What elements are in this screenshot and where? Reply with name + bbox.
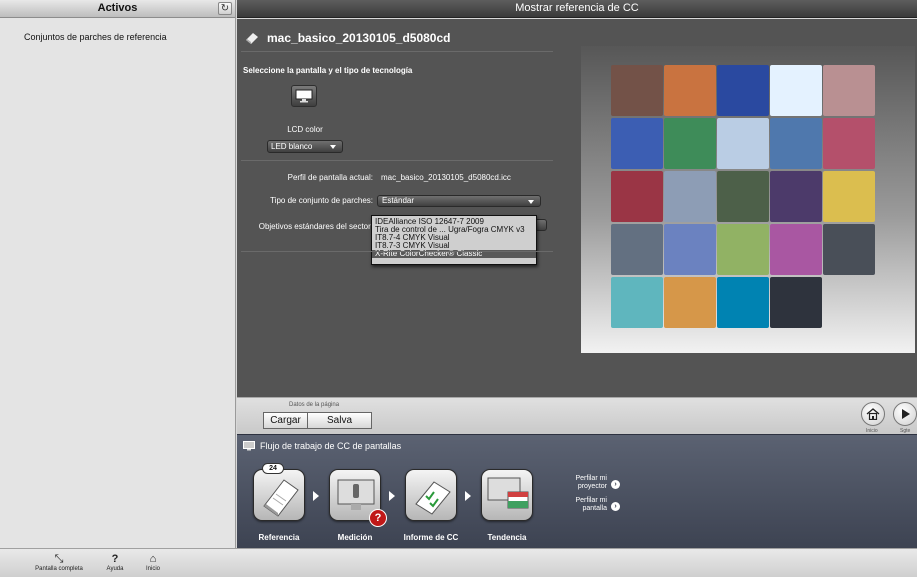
color-patch [717,171,769,222]
next-button[interactable] [893,402,917,426]
refresh-icon[interactable]: ↻ [218,2,232,15]
workflow-step-label: Medición [337,533,373,542]
arrow-right-circle-icon[interactable]: › [611,480,620,489]
error-icon: ? [369,509,387,527]
profile-display-link[interactable]: Perfilar mi pantalla [567,497,607,513]
load-button[interactable]: Cargar [263,412,308,429]
checklist-icon [415,481,451,515]
arrow-right-icon [465,491,471,501]
document-stack-icon [263,479,299,517]
color-patch [664,277,716,328]
patch-type-label: Tipo de conjunto de parches: [270,196,373,205]
help-button[interactable]: ? Ayuda [100,552,130,572]
color-patch [664,171,716,222]
color-patch [611,118,663,169]
profile-label: Perfil de pantalla actual: [287,173,373,182]
sidebar-title: Activos [97,2,138,14]
patch-type-select[interactable]: Estándar [377,195,541,207]
standards-option[interactable]: IDEAlliance ISO 12647-7 2009 [372,218,536,226]
chevron-down-icon [528,200,534,204]
color-checker-preview [581,46,915,353]
fullscreen-label: Pantalla completa [35,566,83,572]
doc-title-row: mac_basico_20130105_d5080cd [245,27,450,49]
color-patch [664,118,716,169]
color-patch [611,224,663,275]
home-button[interactable] [861,402,885,426]
workflow-step-report[interactable] [405,469,457,521]
standards-option[interactable]: IT8.7-4 CMYK Visual [372,234,536,242]
divider [241,251,553,252]
monitor-icon [295,89,313,103]
color-patch [717,118,769,169]
standards-dropdown[interactable]: IDEAlliance ISO 12647-7 2009 Tira de con… [371,215,537,265]
lcd-monitor-button[interactable] [291,85,317,107]
help-icon: ? [111,553,119,565]
section-title: Seleccione la pantalla y el tipo de tecn… [243,66,413,75]
fullscreen-icon: ⤡ [54,553,64,565]
workflow-panel: Flujo de trabajo de CC de pantallas 24 R… [237,434,917,548]
standards-option[interactable]: Tira de control de ... Ugra/Fogra CMYK v… [372,226,536,234]
color-patch [823,65,875,116]
workflow-title: Flujo de trabajo de CC de pantallas [260,441,402,451]
workflow-step-trend[interactable] [481,469,533,521]
arrow-right-icon [313,491,319,501]
led-type-value: LED blanco [271,142,313,151]
divider [241,160,553,161]
color-patch [717,65,769,116]
color-patch [770,277,822,328]
trend-chart-icon [487,477,529,509]
home-icon: ⌂ [149,553,157,565]
color-patch [823,224,875,275]
sidebar-item-reference-patch-sets[interactable]: Conjuntos de parches de referencia [0,18,235,42]
profile-value: mac_basico_20130105_d5080cd.icc [381,173,511,182]
color-patch [823,171,875,222]
color-patch [770,224,822,275]
workflow-step-reference[interactable] [253,469,305,521]
workflow-title-row: Flujo de trabajo de CC de pantallas [243,441,401,451]
home-toolbar-label: Inicio [145,566,160,572]
color-patch [717,277,769,328]
color-patch [717,224,769,275]
content-area: mac_basico_20130105_d5080cd Seleccione l… [237,19,917,397]
profile-projector-link[interactable]: Perfilar mi proyector [567,475,607,491]
color-patch [611,65,663,116]
document-title: mac_basico_20130105_d5080cd [267,31,451,45]
color-patch [664,65,716,116]
main-panel: Mostrar referencia de CC mac_basico_2013… [237,0,917,548]
save-button[interactable]: Salva [307,412,372,429]
standards-label: Objetivos estándares del sector: [258,222,373,231]
color-patch [770,118,822,169]
color-patch [611,171,663,222]
workflow-step-label: Informe de CC [403,533,459,542]
page-data-bar: Datos de la página Cargar Salva Inicio S… [237,397,917,434]
fullscreen-button[interactable]: ⤡ Pantalla completa [28,552,90,572]
bottom-toolbar: ⤡ Pantalla completa ? Ayuda ⌂ Inicio [0,548,917,577]
monitor-icon [243,441,255,451]
chevron-down-icon [330,145,336,149]
home-icon [866,408,880,420]
workflow-step-label: Referencia [258,533,300,542]
play-icon [902,409,910,419]
main-header-title: Mostrar referencia de CC [237,0,917,18]
reference-count-badge: 24 [262,463,284,474]
arrow-right-circle-icon[interactable]: › [611,502,620,511]
sidebar: Activos ↻ Conjuntos de parches de refere… [0,0,236,548]
color-patch [611,277,663,328]
led-type-select[interactable]: LED blanco [267,140,343,153]
workflow-step-label: Tendencia [487,533,527,542]
arrow-right-icon [389,491,395,501]
color-patch [770,65,822,116]
document-icon [246,33,258,44]
sidebar-header: Activos ↻ [0,0,235,18]
color-patch [823,118,875,169]
page-data-label: Datos de la página [289,402,340,408]
color-patch [664,224,716,275]
standards-option[interactable]: IT8.7-3 CMYK Visual [372,242,536,250]
divider [241,51,553,52]
home-toolbar-button[interactable]: ⌂ Inicio [138,552,168,572]
lcd-color-label: LCD color [287,125,323,134]
patch-type-value: Estándar [382,196,415,205]
color-patch [770,171,822,222]
help-label: Ayuda [106,566,124,572]
